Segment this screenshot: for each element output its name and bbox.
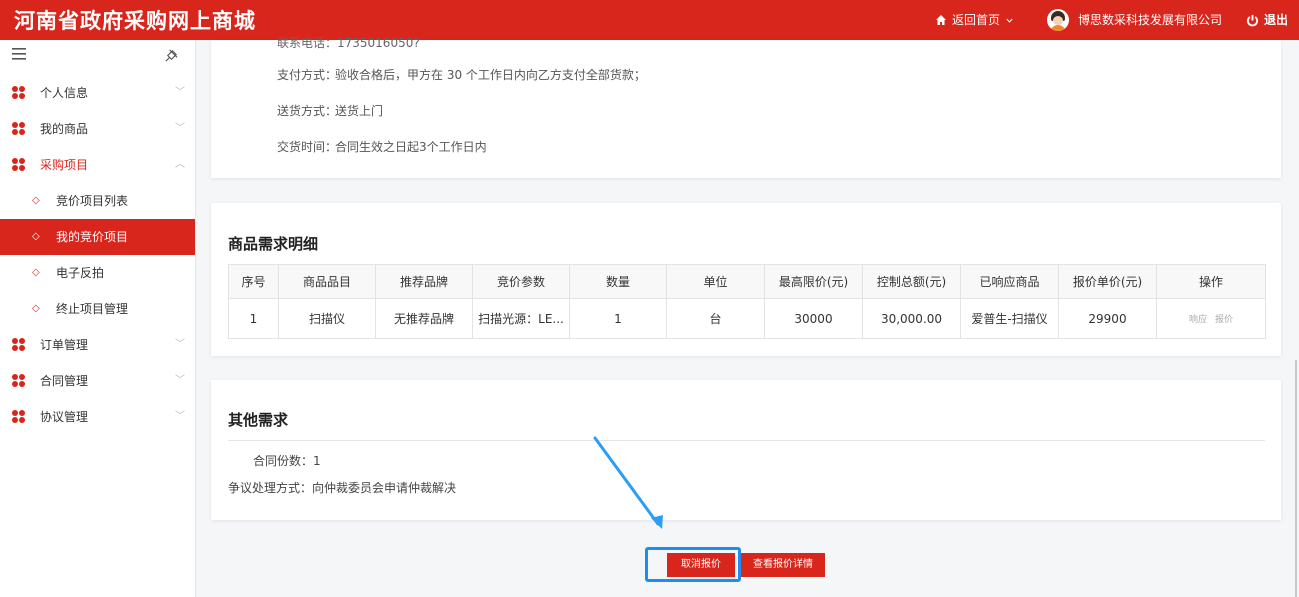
table-header-row: 序号 商品品目 推荐品牌 竞价参数 数量 单位 最高限价(元) 控制总额(元) … <box>228 264 1266 299</box>
divider <box>228 440 1265 441</box>
dispute-resolution: 争议处理方式：向仲裁委员会申请仲裁解决 <box>228 481 457 495</box>
menu-icon <box>12 410 26 424</box>
cell-brand: 无推荐品牌 <box>375 298 473 339</box>
contact-phone-row: 联系电话：1735016050? <box>277 36 420 50</box>
scrollbar[interactable] <box>1295 360 1297 597</box>
avatar <box>1047 9 1069 31</box>
diamond-icon: ◇ <box>32 231 40 242</box>
cell-qty: 1 <box>569 298 667 339</box>
chevron-down-icon: ﹀ <box>175 87 185 98</box>
delivery-time-value: 合同生效之日起3个工作日内 <box>335 140 487 154</box>
column-header: 单位 <box>666 264 765 299</box>
cell-total: 30,000.00 <box>862 298 961 339</box>
respond-link[interactable]: 响应 <box>1189 315 1207 325</box>
column-header: 操作 <box>1156 264 1266 299</box>
company-name: 博思数采科技发展有限公司 <box>1078 13 1223 27</box>
delivery-label: 送货方式： <box>277 104 338 118</box>
chevron-down-icon <box>1006 18 1013 23</box>
delivery-time-label: 交货时间： <box>277 140 338 154</box>
chevron-down-icon: ﹀ <box>175 375 185 386</box>
cell-no: 1 <box>228 298 279 339</box>
cell-quote: 29900 <box>1058 298 1157 339</box>
sidebar-item-label: 合同管理 <box>40 374 89 388</box>
column-header: 已响应商品 <box>960 264 1059 299</box>
site-title: 河南省政府采购网上商城 <box>14 8 256 33</box>
demand-table: 序号 商品品目 推荐品牌 竞价参数 数量 单位 最高限价(元) 控制总额(元) … <box>228 264 1266 339</box>
collapse-menu-icon[interactable] <box>12 48 26 60</box>
other-requirements-card: 其他需求 合同份数：1 争议处理方式：向仲裁委员会申请仲裁解决 <box>211 380 1281 520</box>
sidebar-subitem-terminated[interactable]: ◇ 终止项目管理 <box>0 291 195 327</box>
demand-detail-title: 商品需求明细 <box>228 235 319 253</box>
logout-button[interactable]: 退出 <box>1246 0 1288 40</box>
sidebar-item-personal-info[interactable]: 个人信息 ﹀ <box>0 75 195 111</box>
diamond-icon: ◇ <box>32 303 40 314</box>
home-link[interactable]: 返回首页 <box>935 0 1014 40</box>
chevron-down-icon: ﹀ <box>175 411 185 422</box>
payment-value: 验收合格后，甲方在 30 个工作日内向乙方支付全部货款； <box>335 68 646 82</box>
power-icon <box>1246 14 1259 26</box>
sidebar-item-contracts[interactable]: 合同管理 ﹀ <box>0 363 195 399</box>
cell-category: 扫描仪 <box>278 298 376 339</box>
sidebar-item-orders[interactable]: 订单管理 ﹀ <box>0 327 195 363</box>
menu-icon <box>12 86 26 100</box>
diamond-icon: ◇ <box>32 195 40 206</box>
cell-actions: 响应 报价 <box>1156 298 1266 339</box>
home-link-label: 返回首页 <box>952 13 1001 27</box>
top-header: 河南省政府采购网上商城 返回首页 博思数采科技发展有限公司 退出 <box>0 0 1299 40</box>
sidebar-item-label: 订单管理 <box>40 338 89 352</box>
sidebar-item-procurement[interactable]: 采购项目 ︿ <box>0 147 195 183</box>
quote-link[interactable]: 报价 <box>1215 315 1233 325</box>
sidebar-subitem-label: 竞价项目列表 <box>56 194 129 208</box>
sidebar-subitem-my-bidding[interactable]: ◇ 我的竞价项目 <box>0 219 195 255</box>
home-icon <box>936 15 946 25</box>
pin-icon[interactable] <box>164 48 179 63</box>
column-header: 最高限价(元) <box>764 264 863 299</box>
delivery-value: 送货上门 <box>335 104 384 118</box>
user-menu[interactable]: 博思数采科技发展有限公司 <box>1047 0 1222 40</box>
sidebar-item-agreements[interactable]: 协议管理 ﹀ <box>0 399 195 435</box>
cell-params[interactable]: 扫描光源：LE... <box>472 298 570 339</box>
sidebar-subitem-label: 我的竞价项目 <box>56 230 129 244</box>
diamond-icon: ◇ <box>32 267 40 278</box>
sidebar-subitem-reverse-auction[interactable]: ◇ 电子反拍 <box>0 255 195 291</box>
column-header: 推荐品牌 <box>375 264 473 299</box>
sidebar-subitem-label: 电子反拍 <box>56 266 105 280</box>
delivery-row: 送货方式：送货上门 <box>277 102 383 119</box>
table-row: 1 扫描仪 无推荐品牌 扫描光源：LE... 1 台 30000 30,000.… <box>228 298 1266 339</box>
contract-info-card: 联系电话：1735016050? 支付方式：验收合格后，甲方在 30 个工作日内… <box>211 36 1281 178</box>
column-header: 序号 <box>228 264 279 299</box>
sidebar-item-label: 个人信息 <box>40 86 89 100</box>
annotation-arrow <box>593 436 663 529</box>
logout-label: 退出 <box>1264 13 1289 27</box>
sidebar-item-label: 采购项目 <box>40 158 89 172</box>
sidebar-item-label: 协议管理 <box>40 410 89 424</box>
menu-icon <box>12 338 26 352</box>
column-header: 报价单价(元) <box>1058 264 1157 299</box>
chevron-down-icon: ﹀ <box>175 123 185 134</box>
sidebar-item-label: 我的商品 <box>40 122 89 136</box>
contract-copies: 合同份数：1 <box>253 454 321 468</box>
delivery-time-row: 交货时间：合同生效之日起3个工作日内 <box>277 138 487 155</box>
payment-label: 支付方式： <box>277 68 338 82</box>
sidebar: 个人信息 ﹀ 我的商品 ﹀ 采购项目 ︿ ◇ 竞价项目列表 ◇ 我的竞价项目 ◇… <box>0 40 196 597</box>
column-header: 数量 <box>569 264 667 299</box>
sidebar-subitem-bidding-list[interactable]: ◇ 竞价项目列表 <box>0 183 195 219</box>
sidebar-subitem-label: 终止项目管理 <box>56 302 129 316</box>
menu-icon <box>12 158 26 172</box>
payment-row: 支付方式：验收合格后，甲方在 30 个工作日内向乙方支付全部货款； <box>277 66 646 83</box>
column-header: 商品品目 <box>278 264 376 299</box>
column-header: 竞价参数 <box>472 264 570 299</box>
menu-icon <box>12 122 26 136</box>
cancel-quote-button[interactable]: 取消报价 <box>667 553 735 577</box>
column-header: 控制总额(元) <box>862 264 961 299</box>
sidebar-item-my-products[interactable]: 我的商品 ﹀ <box>0 111 195 147</box>
other-requirements-title: 其他需求 <box>228 411 289 429</box>
view-quote-detail-button[interactable]: 查看报价详情 <box>741 553 825 577</box>
menu-icon <box>12 374 26 388</box>
cell-max-price: 30000 <box>764 298 863 339</box>
cell-product: 爱普生-扫描仪 <box>960 298 1059 339</box>
chevron-down-icon: ﹀ <box>175 339 185 350</box>
cell-unit: 台 <box>666 298 765 339</box>
chevron-up-icon: ︿ <box>175 159 185 170</box>
